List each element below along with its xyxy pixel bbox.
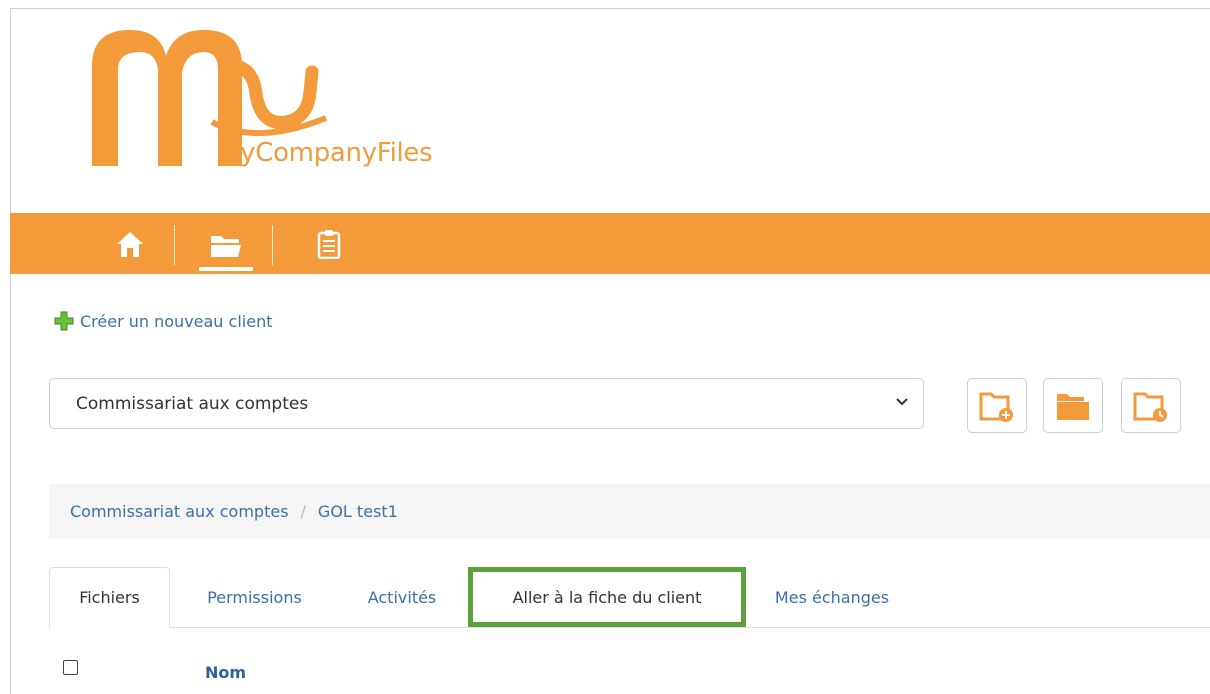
nav-divider	[174, 225, 175, 265]
chevron-down-icon	[896, 398, 908, 406]
new-folder-button[interactable]	[967, 378, 1027, 433]
tab-mes-echanges[interactable]: Mes échanges	[752, 567, 912, 627]
create-client-link[interactable]: Créer un nouveau client	[54, 311, 272, 331]
breadcrumb: Commissariat aux comptes / GOL test1	[49, 484, 1210, 539]
green-plus-icon	[54, 311, 74, 331]
tabs-baseline	[49, 627, 1210, 628]
nav-tasks[interactable]	[302, 213, 356, 274]
tab-activites[interactable]: Activités	[346, 567, 458, 627]
folder-history-button[interactable]	[1121, 378, 1181, 433]
home-icon	[117, 231, 143, 257]
folders-icon	[1057, 393, 1089, 420]
mission-select[interactable]: Commissariat aux comptes	[49, 378, 924, 429]
clipboard-icon	[317, 229, 341, 259]
create-client-label: Créer un nouveau client	[80, 311, 273, 331]
main-nav-bar	[10, 213, 1210, 274]
breadcrumb-item-mission[interactable]: Commissariat aux comptes	[70, 502, 289, 521]
nav-active-indicator	[199, 267, 253, 271]
breadcrumb-separator: /	[300, 502, 306, 521]
nav-files[interactable]	[194, 213, 258, 274]
folder-add-icon	[979, 392, 1013, 422]
open-folder-icon	[211, 235, 241, 257]
select-all-checkbox[interactable]	[63, 660, 78, 675]
column-header-name[interactable]: Nom	[205, 663, 246, 682]
brand-name: MyCompanyFiles	[218, 138, 433, 168]
folder-clock-icon	[1133, 392, 1167, 422]
breadcrumb-item-client[interactable]: GOL test1	[318, 502, 398, 521]
folders-button[interactable]	[1043, 378, 1103, 433]
tab-permissions[interactable]: Permissions	[182, 567, 327, 627]
nav-home[interactable]	[100, 213, 160, 274]
mission-select-value: Commissariat aux comptes	[76, 393, 309, 414]
tab-client-sheet[interactable]: Aller à la fiche du client	[468, 567, 746, 627]
tab-fichiers[interactable]: Fichiers	[49, 567, 170, 628]
nav-divider	[272, 225, 273, 265]
